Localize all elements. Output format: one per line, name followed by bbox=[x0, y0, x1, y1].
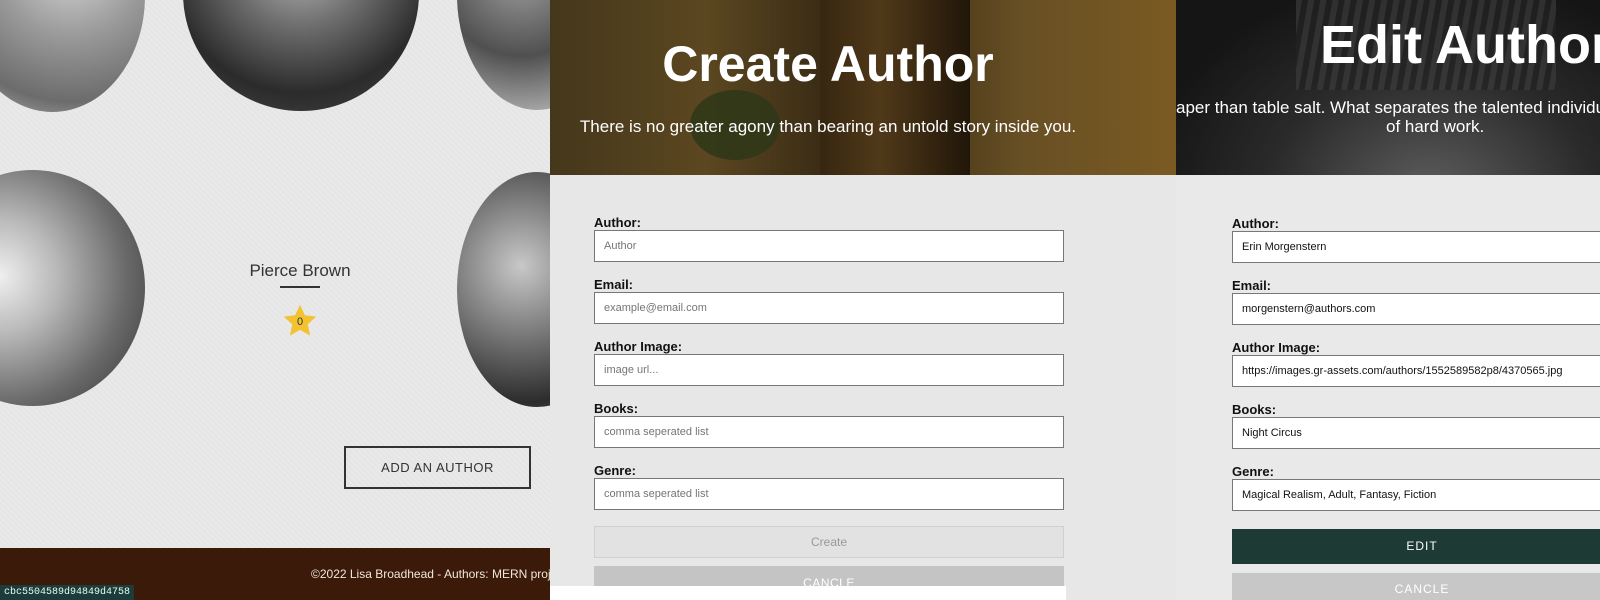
email-label: Email: bbox=[1232, 278, 1272, 293]
genre-input[interactable]: Magical Realism, Adult, Fantasy, Fiction bbox=[1232, 479, 1600, 511]
create-author-form: Author: Email: Author Image: Books: Genr… bbox=[594, 215, 1064, 525]
page-subtitle: There is no greater agony than bearing a… bbox=[579, 117, 1077, 136]
edit-author-form: Author: Erin Morgenstern Email: morgenst… bbox=[1232, 216, 1600, 526]
genre-label: Genre: bbox=[1232, 464, 1274, 479]
books-label: Books: bbox=[594, 401, 639, 416]
edit-author-panel: Edit Author aper than table salt. What s… bbox=[1176, 0, 1600, 600]
create-author-panel: Create Author There is no greater agony … bbox=[550, 0, 1176, 600]
author-portrait[interactable] bbox=[457, 0, 550, 110]
author-image-input[interactable]: https://images.gr-assets.com/authors/155… bbox=[1232, 355, 1600, 387]
page-subtitle-line2: of hard work. bbox=[1386, 117, 1485, 136]
create-button[interactable]: Create bbox=[594, 526, 1064, 558]
author-input[interactable] bbox=[594, 230, 1064, 262]
edit-button[interactable]: EDIT bbox=[1232, 529, 1600, 564]
edit-hero-banner: Edit Author aper than table salt. What s… bbox=[1176, 0, 1600, 175]
footer-copyright: ©2022 Lisa Broadhead - Authors: MERN pro… bbox=[311, 567, 550, 581]
add-author-button[interactable]: ADD AN AUTHOR bbox=[344, 446, 531, 489]
screenshot-stage: Pierce Brown 0 ADD AN AUTHOR ©2022 Lisa … bbox=[0, 0, 1600, 600]
author-image-label: Author Image: bbox=[594, 339, 683, 354]
email-input[interactable]: morgenstern@authors.com bbox=[1232, 293, 1600, 325]
author-label: Author: bbox=[594, 215, 641, 230]
featured-author-name: Pierce Brown bbox=[249, 261, 351, 280]
author-portrait[interactable] bbox=[183, 0, 419, 111]
create-hero-banner: Create Author There is no greater agony … bbox=[550, 0, 1176, 175]
books-input[interactable] bbox=[594, 416, 1064, 448]
authors-list-panel: Pierce Brown 0 ADD AN AUTHOR ©2022 Lisa … bbox=[0, 0, 550, 600]
page-title: Edit Author bbox=[1320, 15, 1600, 75]
email-input[interactable] bbox=[594, 292, 1064, 324]
books-label: Books: bbox=[1232, 402, 1277, 417]
author-label: Author: bbox=[1232, 216, 1279, 231]
books-input[interactable]: Night Circus bbox=[1232, 417, 1600, 449]
author-input[interactable]: Erin Morgenstern bbox=[1232, 231, 1600, 263]
genre-input[interactable] bbox=[594, 478, 1064, 510]
name-underline bbox=[280, 286, 320, 288]
email-label: Email: bbox=[594, 277, 634, 292]
author-portrait[interactable] bbox=[457, 172, 550, 407]
cancel-button[interactable]: CANCLE bbox=[1232, 573, 1600, 600]
page-title: Create Author bbox=[662, 36, 994, 92]
genre-label: Genre: bbox=[594, 463, 636, 478]
commit-hash-badge: cbc5504589d94849d4758 bbox=[0, 585, 135, 600]
author-portrait[interactable] bbox=[0, 0, 145, 112]
author-image-input[interactable] bbox=[594, 354, 1064, 386]
author-image-label: Author Image: bbox=[1232, 340, 1321, 355]
author-portrait[interactable] bbox=[0, 170, 145, 406]
bottom-strip bbox=[550, 586, 1066, 600]
page-subtitle: aper than table salt. What separates the… bbox=[1176, 98, 1600, 117]
star-rating-count: 0 bbox=[296, 316, 304, 328]
